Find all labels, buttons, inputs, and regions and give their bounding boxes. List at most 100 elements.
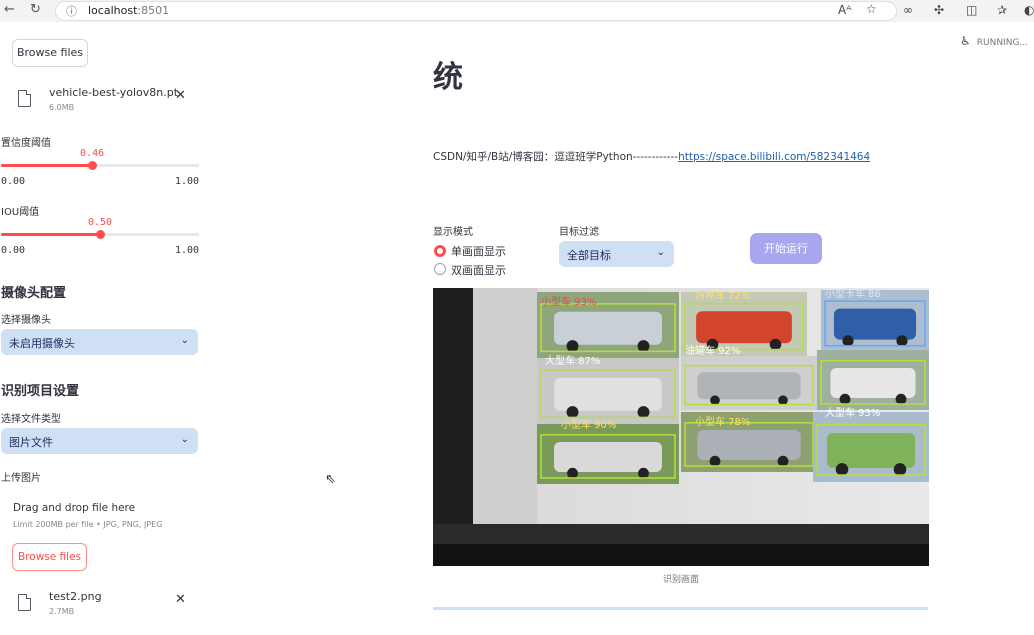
detection-label: 油罐车 92% (685, 344, 740, 357)
iou-max: 1.00 (175, 245, 200, 256)
page-title: 统 (433, 60, 463, 95)
copilot-icon[interactable]: ◐ (1024, 3, 1034, 17)
file-type-select[interactable]: 图片文件 ⌄ (1, 428, 198, 454)
wheel-shape (637, 406, 650, 419)
iou-label: IOU阈值 (1, 207, 40, 218)
main-content: ♿ RUNNING... 统 CSDN/知乎/B站/博客园：逗逗班学Python-… (220, 22, 1034, 635)
iou-slider-thumb[interactable] (96, 230, 105, 239)
confidence-max: 1.00 (175, 176, 200, 187)
chevron-down-icon: ⌄ (180, 335, 189, 346)
dropzone-subtitle: Limit 200MB per file • JPG, PNG, JPEG (13, 520, 163, 529)
wheel-shape (637, 340, 650, 353)
target-filter-value: 全部目标 (567, 249, 611, 262)
wheel-shape (769, 338, 782, 351)
upload-label: 上传图片 (1, 473, 41, 484)
iou-value: 0.50 (87, 217, 113, 228)
confidence-slider-thumb[interactable] (88, 161, 98, 170)
info-prefix: CSDN/知乎/B站/博客园：逗逗班学Python------------ (433, 151, 679, 163)
confidence-value: 0.46 (80, 148, 105, 159)
vehicle-shape (554, 377, 662, 411)
vehicle-shape (830, 368, 916, 398)
url-port: :8501 (137, 4, 170, 17)
camera-select-value: 未启用摄像头 (9, 337, 75, 350)
vehicle-shape (554, 442, 662, 472)
read-aloud-icon[interactable]: Aᴬ (838, 3, 851, 17)
vehicle-shape (697, 372, 801, 400)
file-icon (18, 594, 31, 611)
wheel-shape (778, 395, 788, 406)
detection-result-image: 小型车 93% 特种车 72% 小型卡车 86 大型车 87% 油罐车 92% … (433, 288, 929, 566)
favorites-icon[interactable]: ✰ (997, 3, 1007, 17)
chevron-down-icon: ⌄ (180, 434, 189, 445)
address-bar[interactable]: ⓘ localhost:8501 Aᴬ ☆ (55, 1, 897, 21)
wheel-shape (709, 455, 721, 467)
wheel-shape (710, 395, 720, 406)
wheel-shape (839, 393, 851, 405)
wheel-shape (896, 335, 908, 347)
running-status-text: RUNNING... (976, 38, 1028, 48)
file-type-label: 选择文件类型 (1, 414, 61, 425)
back-arrow-icon[interactable]: ← (4, 2, 15, 17)
iou-slider[interactable] (1, 230, 199, 239)
detection-label: 小型卡车 86 (825, 288, 881, 300)
camera-select[interactable]: 未启用摄像头 ⌄ (1, 329, 198, 355)
browse-files-button[interactable]: Browse files (12, 543, 87, 571)
radio-dual-view[interactable] (434, 263, 446, 275)
puzzle-icon[interactable]: ✣ (934, 3, 944, 17)
uploaded-file-size: 2.7MB (49, 607, 75, 616)
iou-min: 0.00 (1, 245, 26, 256)
target-filter-label: 目标过滤 (559, 227, 599, 238)
dropzone-title: Drag and drop file here (13, 502, 136, 514)
model-file-size: 6.0MB (49, 103, 75, 112)
confidence-slider-fill (1, 164, 93, 167)
confidence-slider[interactable] (1, 161, 199, 170)
reload-icon[interactable]: ↻ (30, 2, 41, 17)
detection-label: 大型车 87% (545, 354, 600, 367)
info-line: CSDN/知乎/B站/博客园：逗逗班学Python------------htt… (433, 149, 870, 164)
image-caption: 识别画面 (662, 575, 699, 585)
target-filter-select[interactable]: 全部目标 ⌄ (559, 241, 674, 267)
wheel-shape (777, 455, 789, 467)
file-icon (18, 90, 31, 107)
wheel-shape (638, 467, 649, 479)
progress-strip (433, 607, 928, 610)
start-run-button[interactable]: 开始运行 (750, 233, 822, 264)
model-file-name: vehicle-best-yolov8n.pt (49, 86, 179, 99)
wheel-shape (893, 463, 907, 476)
uploaded-file-name: test2.png (49, 590, 102, 603)
bilibili-link[interactable]: https://space.bilibili.com/582341464 (678, 151, 870, 163)
wheel-shape (842, 335, 854, 347)
running-status: ♿ RUNNING... (960, 34, 1028, 48)
detection-label: 大型车 93% (825, 406, 880, 419)
info-icon[interactable]: ⓘ (66, 3, 77, 19)
remove-model-file-icon[interactable]: ✕ (175, 88, 186, 103)
camera-section-title: 摄像头配置 (1, 286, 67, 301)
wheel-shape (895, 393, 907, 405)
radio-single-view[interactable] (434, 245, 446, 257)
file-dropzone[interactable]: Drag and drop file here Limit 200MB per … (1, 488, 203, 600)
extensions-icon[interactable]: ∞ (903, 3, 913, 17)
detection-label: 小型车 93% (541, 295, 596, 308)
camera-select-label: 选择摄像头 (1, 315, 51, 326)
radio-dual-view-label[interactable]: 双画面显示 (451, 262, 506, 278)
wheel-shape (566, 406, 579, 419)
browse-files-button-model[interactable]: Browse files (12, 39, 88, 67)
radio-single-view-label[interactable]: 单画面显示 (451, 243, 506, 259)
remove-uploaded-file-icon[interactable]: ✕ (175, 592, 186, 607)
recognition-section-title: 识别项目设置 (1, 384, 80, 399)
favorite-star-icon[interactable]: ☆ (866, 2, 877, 16)
vehicle-shape (554, 311, 662, 345)
detection-image-svg: 小型车 93% 特种车 72% 小型卡车 86 大型车 87% 油罐车 92% … (433, 288, 929, 566)
model-file-item: vehicle-best-yolov8n.pt 6.0MB ✕ (0, 86, 220, 122)
url-host: localhost (88, 4, 138, 17)
uploaded-file-item: test2.png 2.7MB ✕ (0, 590, 220, 626)
confidence-label: 置信度阈值 (1, 138, 51, 149)
detection-label: 特种车 72% (695, 289, 750, 302)
display-mode-label: 显示模式 (433, 227, 473, 238)
sidebar: Browse files vehicle-best-yolov8n.pt 6.0… (0, 22, 220, 635)
vehicle-shape (697, 430, 801, 460)
split-screen-icon[interactable]: ◫ (966, 3, 977, 17)
wheel-shape (835, 463, 849, 476)
running-person-icon: ♿ (959, 34, 971, 48)
vehicle-shape (696, 311, 792, 344)
